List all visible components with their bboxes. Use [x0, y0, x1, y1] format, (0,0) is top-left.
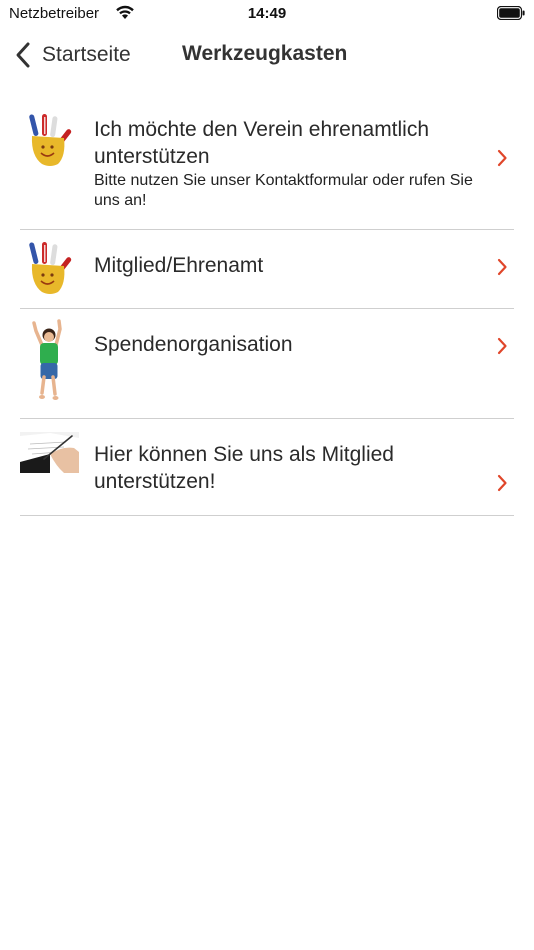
chevron-right-icon [497, 337, 507, 355]
battery-icon [497, 6, 525, 20]
chevron-right-icon [497, 258, 507, 276]
list-item-membership[interactable]: Mitglied/Ehrenamt [20, 230, 514, 309]
list-item-member-support[interactable]: Hier können Sie uns als Mitglied unterst… [20, 419, 514, 516]
status-bar: Netzbetreiber 14:49 [0, 0, 534, 28]
item-title: Ich möchte den Verein ehrenamtlich unter… [94, 118, 430, 168]
writing-hand-image [20, 432, 79, 473]
item-title: Mitglied/Ehrenamt [94, 254, 264, 277]
toolbox-list: Ich möchte den Verein ehrenamtlich unter… [20, 100, 514, 516]
page-title: Werkzeugkasten [182, 42, 348, 65]
item-title: Hier können Sie uns als Mitglied unterst… [94, 443, 394, 493]
painted-hand-image [29, 114, 72, 166]
chevron-left-icon [16, 42, 30, 68]
navigation-bar: Startseite Werkzeugkasten [0, 28, 534, 84]
list-item-volunteer-support[interactable]: Ich möchte den Verein ehrenamtlich unter… [20, 100, 514, 230]
back-label: Startseite [42, 43, 131, 66]
status-time: 14:49 [247, 5, 287, 22]
list-item-donation-organisation[interactable]: Spendenorganisation [20, 309, 514, 419]
jumping-child-image [32, 319, 62, 400]
chevron-right-icon [497, 149, 507, 167]
item-title: Spendenorganisation [94, 333, 293, 356]
item-subtitle: Bitte nutzen Sie unser Kontaktformular o… [94, 172, 473, 209]
painted-hand-image [29, 242, 72, 294]
back-button[interactable]: Startseite [14, 39, 131, 71]
chevron-right-icon [497, 474, 507, 492]
